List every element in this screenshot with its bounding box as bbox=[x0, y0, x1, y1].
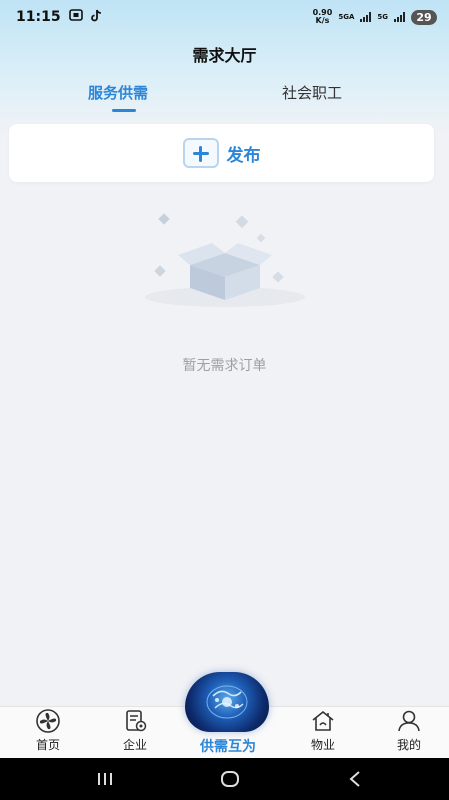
plus-icon bbox=[182, 138, 219, 168]
page-title: 需求大厅 bbox=[192, 46, 257, 65]
nav-item-home[interactable]: 首页 bbox=[13, 707, 83, 759]
battery-indicator: 29 bbox=[411, 9, 437, 25]
screenshot-icon bbox=[68, 9, 83, 25]
nav-label-supply-demand: 供需互为 bbox=[200, 739, 256, 755]
signal-icon bbox=[394, 12, 405, 22]
status-bar: 11:15 0.90 K/s 5GA 5G 29 bbox=[0, 0, 449, 34]
recent-apps-icon[interactable] bbox=[96, 771, 114, 791]
sim1-label: 5GA bbox=[338, 12, 355, 21]
nav-label-property: 物业 bbox=[310, 738, 335, 752]
nav-item-company[interactable]: 企业 bbox=[100, 707, 170, 759]
empty-state-message: 暂无需求订单 bbox=[182, 358, 267, 374]
company-doc-icon bbox=[126, 710, 147, 732]
back-icon[interactable] bbox=[348, 769, 362, 793]
sim2-label: 5G bbox=[377, 12, 388, 21]
user-profile-icon bbox=[398, 710, 420, 732]
tab-social-workers[interactable]: 社会职工 bbox=[282, 82, 342, 103]
tab-service-supply-demand[interactable]: 服务供需 bbox=[88, 82, 148, 103]
nav-label-company: 企业 bbox=[122, 738, 147, 752]
nav-item-mine[interactable]: 我的 bbox=[374, 707, 444, 759]
home-pinwheel-icon bbox=[36, 709, 60, 733]
nav-item-property[interactable]: 物业 bbox=[288, 707, 358, 759]
tiktok-icon bbox=[90, 9, 102, 26]
tab-bar: 服务供需 社会职工 bbox=[0, 82, 449, 118]
system-navigation-bar bbox=[0, 758, 449, 800]
publish-label: 发布 bbox=[226, 145, 261, 166]
active-tab-indicator bbox=[112, 109, 136, 112]
nav-label-mine: 我的 bbox=[396, 738, 421, 752]
signal-icon bbox=[360, 12, 372, 22]
empty-box-illustration bbox=[140, 205, 310, 315]
nav-item-supply-demand[interactable] bbox=[185, 672, 269, 732]
home-button-icon[interactable] bbox=[220, 769, 240, 793]
network-speed: 0.90 K/s bbox=[312, 8, 333, 25]
status-time: 11:15 bbox=[16, 9, 61, 25]
globe-orb-icon bbox=[206, 685, 248, 719]
publish-button[interactable]: 发布 bbox=[9, 124, 434, 182]
nav-label-home: 首页 bbox=[35, 738, 60, 752]
property-house-icon bbox=[312, 710, 334, 731]
